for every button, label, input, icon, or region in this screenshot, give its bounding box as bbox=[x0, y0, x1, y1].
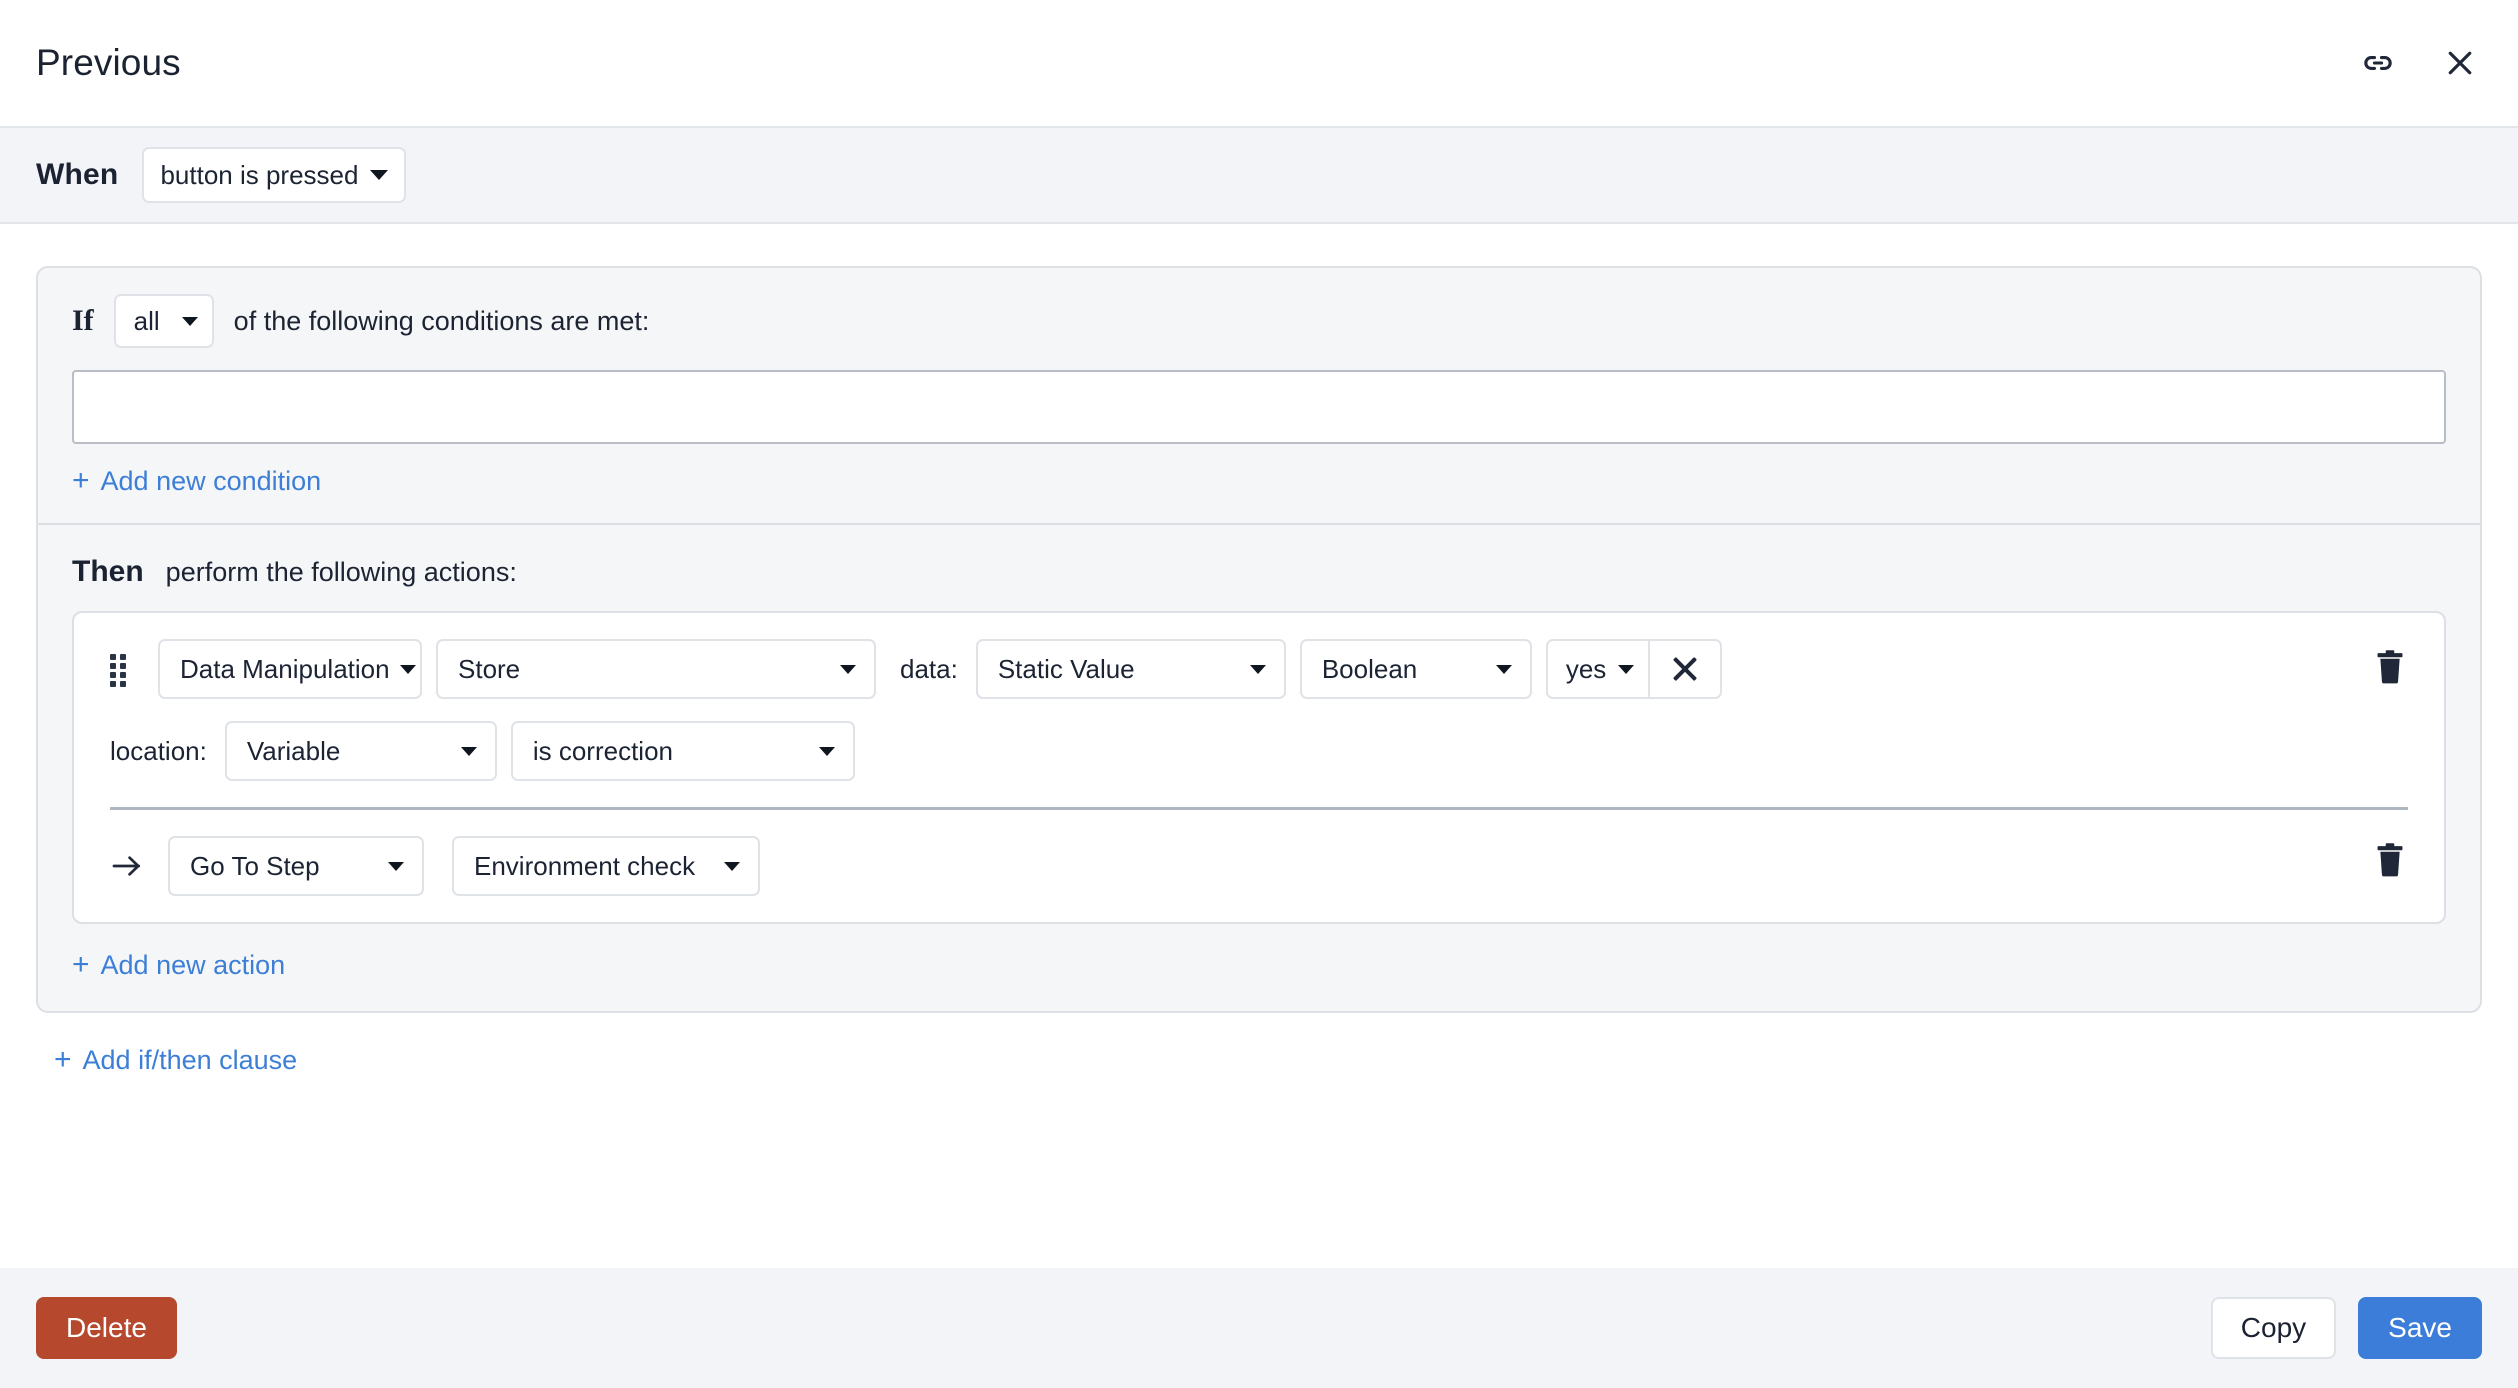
data-source-value: Static Value bbox=[997, 653, 1135, 684]
delete-action-button[interactable] bbox=[2368, 836, 2412, 884]
rule-editor-dialog: Previous When button is pressed If all o… bbox=[0, 0, 2518, 1388]
close-icon[interactable] bbox=[2440, 43, 2480, 83]
add-new-condition-label: Add new condition bbox=[100, 466, 322, 496]
plus-icon: + bbox=[54, 1042, 72, 1076]
action-operation-value: Store bbox=[458, 653, 521, 684]
if-label: If bbox=[72, 304, 94, 337]
when-bar: When button is pressed bbox=[0, 128, 2518, 224]
action-item: Go To Step Environment check bbox=[74, 810, 2444, 922]
data-value-text: yes bbox=[1565, 653, 1607, 684]
link-icon[interactable] bbox=[2358, 43, 2398, 83]
plus-icon: + bbox=[72, 463, 90, 497]
when-label: When bbox=[36, 158, 119, 191]
add-condition-row: + Add new condition bbox=[38, 444, 2480, 523]
header-actions bbox=[2358, 43, 2480, 83]
chevron-down-icon bbox=[1249, 664, 1266, 674]
chevron-down-icon bbox=[399, 664, 416, 674]
trigger-select-value: button is pressed bbox=[160, 159, 359, 190]
chevron-down-icon bbox=[840, 664, 856, 674]
add-if-then-clause-label: Add if/then clause bbox=[82, 1045, 298, 1075]
data-type-value: Boolean bbox=[1321, 653, 1418, 684]
trigger-select[interactable]: button is pressed bbox=[142, 147, 407, 203]
chevron-down-icon bbox=[1495, 664, 1512, 674]
if-header: If all of the following conditions are m… bbox=[38, 268, 2480, 370]
data-type-select[interactable]: Boolean bbox=[1299, 639, 1532, 699]
goto-step-select[interactable]: Environment check bbox=[452, 836, 760, 896]
goto-action-select[interactable]: Go To Step bbox=[168, 836, 424, 896]
goto-action-value: Go To Step bbox=[190, 850, 320, 881]
close-icon bbox=[1670, 654, 1700, 684]
location-type-value: Variable bbox=[246, 735, 341, 766]
plus-icon: + bbox=[72, 947, 90, 981]
actions-list: Data Manipulation Store data: Static Val… bbox=[72, 611, 2446, 924]
chevron-down-icon bbox=[818, 746, 835, 756]
goto-step-value: Environment check bbox=[474, 850, 696, 881]
add-new-action-button[interactable]: + Add new action bbox=[72, 947, 286, 981]
then-description: perform the following actions: bbox=[165, 557, 517, 587]
if-quantifier-select[interactable]: all bbox=[113, 294, 214, 348]
save-button[interactable]: Save bbox=[2358, 1297, 2482, 1359]
action-category-value: Data Manipulation bbox=[180, 653, 390, 684]
arrow-right-icon bbox=[110, 851, 144, 881]
if-quantifier-value: all bbox=[133, 305, 160, 336]
chevron-down-icon bbox=[1618, 664, 1635, 674]
dialog-header: Previous bbox=[0, 0, 2518, 128]
action-operation-select[interactable]: Store bbox=[436, 639, 876, 699]
add-action-row: + Add new action bbox=[38, 924, 2480, 1011]
location-label: location: bbox=[110, 735, 207, 766]
if-description: of the following conditions are met: bbox=[233, 305, 650, 336]
dialog-footer: Delete Copy Save bbox=[0, 1268, 2518, 1388]
chevron-down-icon bbox=[181, 316, 198, 326]
if-then-clause: If all of the following conditions are m… bbox=[36, 266, 2482, 1013]
data-value-group: yes bbox=[1545, 639, 1723, 699]
data-value-select[interactable]: yes bbox=[1545, 639, 1649, 699]
location-type-select[interactable]: Variable bbox=[224, 721, 497, 781]
data-source-select[interactable]: Static Value bbox=[975, 639, 1286, 699]
then-label: Then bbox=[72, 555, 144, 588]
add-if-then-clause-button[interactable]: + Add if/then clause bbox=[54, 1042, 298, 1076]
action-primary-row: Data Manipulation Store data: Static Val… bbox=[74, 639, 2444, 699]
delete-action-button[interactable] bbox=[2368, 643, 2412, 691]
chevron-down-icon bbox=[388, 861, 404, 871]
chevron-down-icon bbox=[724, 861, 740, 871]
clear-data-value-button[interactable] bbox=[1648, 639, 1723, 699]
action-item: Data Manipulation Store data: Static Val… bbox=[74, 613, 2444, 807]
action-location-row: location: Variable is correction bbox=[74, 721, 2444, 781]
action-category-select[interactable]: Data Manipulation bbox=[158, 639, 422, 699]
chevron-down-icon bbox=[460, 746, 477, 756]
drag-handle-icon[interactable] bbox=[110, 654, 128, 687]
data-label: data: bbox=[900, 653, 958, 684]
add-new-condition-button[interactable]: + Add new condition bbox=[72, 463, 322, 497]
add-clause-row: + Add if/then clause bbox=[36, 1013, 2482, 1076]
condition-input[interactable] bbox=[72, 370, 2446, 444]
add-new-action-label: Add new action bbox=[100, 950, 286, 980]
delete-button[interactable]: Delete bbox=[36, 1297, 177, 1359]
dialog-body: If all of the following conditions are m… bbox=[0, 224, 2518, 1268]
copy-button[interactable]: Copy bbox=[2210, 1297, 2337, 1359]
page-title: Previous bbox=[36, 42, 181, 83]
chevron-down-icon bbox=[370, 170, 389, 180]
location-name-value: is correction bbox=[532, 735, 673, 766]
location-name-select[interactable]: is correction bbox=[510, 721, 855, 781]
action-primary-row: Go To Step Environment check bbox=[74, 836, 2444, 896]
then-header: Then perform the following actions: bbox=[38, 525, 2480, 611]
